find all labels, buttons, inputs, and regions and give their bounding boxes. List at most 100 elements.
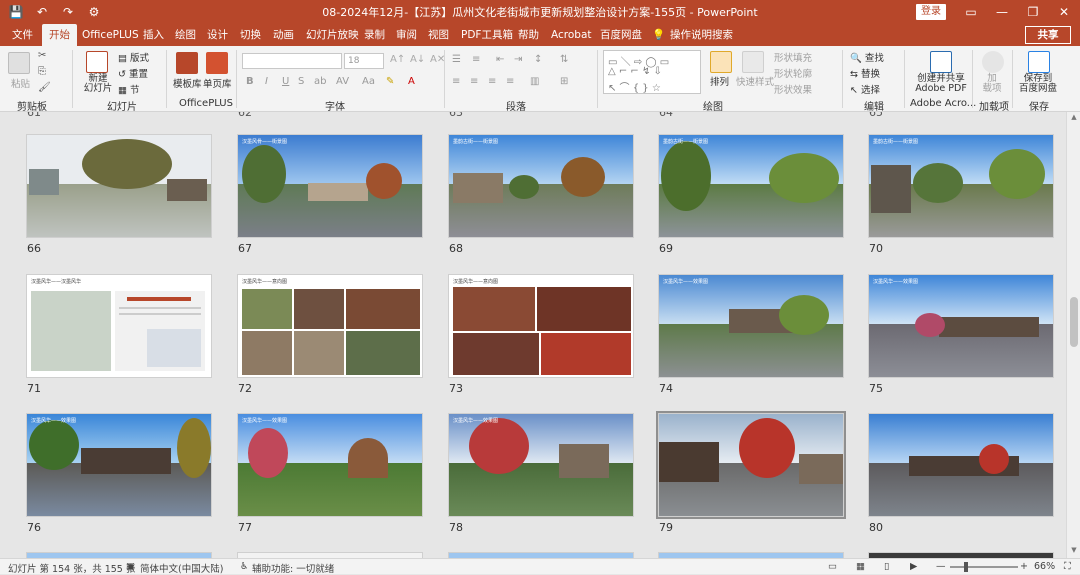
align-right-icon[interactable]: ≡	[488, 76, 496, 87]
shape-fill-button[interactable]: 形状填充	[774, 50, 812, 64]
slide-thumbnail[interactable]: 墨韵古街——街景图	[448, 134, 634, 238]
undo-icon[interactable]: ↶	[34, 5, 50, 19]
shape-effects-button[interactable]: 形状效果	[774, 82, 812, 96]
slide-thumbnail[interactable]: 汉墨风华——效果图	[26, 413, 212, 517]
shape-outline-button[interactable]: 形状轮廓	[774, 66, 812, 80]
paste-button[interactable]: 粘贴	[11, 76, 30, 90]
quick-styles-button[interactable]: 快速样式	[736, 74, 774, 88]
zoom-out-icon[interactable]: —	[936, 561, 946, 572]
highlight-icon[interactable]: ✎	[386, 76, 394, 87]
tab-record[interactable]: 录制	[364, 24, 385, 46]
reset-button[interactable]: ↺ 重置	[118, 66, 148, 80]
template-library-button[interactable]: 模板库	[173, 76, 202, 90]
slide-thumbnail[interactable]: 汉墨风华——效果图	[868, 274, 1054, 378]
zoom-slider-thumb[interactable]	[964, 562, 968, 572]
login-button[interactable]: 登录	[916, 4, 946, 20]
change-case-icon[interactable]: Aa	[362, 76, 375, 87]
tab-view[interactable]: 视图	[428, 24, 449, 46]
tab-review[interactable]: 审阅	[396, 24, 417, 46]
tab-pdf-toolbox[interactable]: PDF工具箱	[461, 24, 513, 46]
arrange-icon[interactable]	[710, 51, 732, 73]
reading-view-icon[interactable]: ▯	[884, 561, 889, 572]
zoom-in-icon[interactable]: +	[1020, 561, 1028, 572]
slide-thumbnail[interactable]: 汉墨风华——效果图	[658, 274, 844, 378]
tab-draw[interactable]: 绘图	[175, 24, 196, 46]
slide-thumbnail[interactable]: 墨韵古街——街景图	[868, 134, 1054, 238]
tab-baidu[interactable]: 百度网盘	[600, 24, 642, 46]
quick-styles-icon[interactable]	[742, 51, 764, 73]
slide-thumbnail[interactable]: 汉墨风华——效果图	[237, 413, 423, 517]
slide-thumbnail[interactable]: 汉墨风华——汉墨风华	[26, 274, 212, 378]
zoom-slider[interactable]	[950, 566, 1018, 568]
accessibility-status[interactable]: 辅助功能: 一切就绪	[252, 561, 334, 575]
font-color-icon[interactable]: A	[408, 76, 415, 87]
indent-icon[interactable]: ⇤	[496, 54, 504, 65]
format-painter-icon[interactable]: 🖌	[38, 82, 51, 93]
tab-design[interactable]: 设计	[207, 24, 228, 46]
ribbon-display-icon[interactable]: ▭	[955, 0, 987, 24]
scroll-thumb[interactable]	[1070, 297, 1078, 347]
align-text-icon[interactable]: ⊞	[560, 76, 568, 87]
shadow-icon[interactable]: S	[298, 76, 304, 87]
new-slide-icon[interactable]	[86, 51, 108, 73]
slide-sorter-view-icon[interactable]: ▦	[856, 561, 865, 572]
tell-me-search[interactable]: 操作说明搜索	[670, 24, 733, 46]
proofing-icon[interactable]: ▣	[126, 561, 135, 572]
template-library-icon[interactable]	[176, 52, 198, 74]
create-pdf-icon[interactable]	[930, 51, 952, 73]
scroll-up-icon[interactable]: ▲	[1067, 113, 1080, 121]
layout-button[interactable]: ▤ 版式	[118, 50, 149, 64]
slide-thumbnail[interactable]	[868, 413, 1054, 517]
slide-thumbnail-selected[interactable]	[656, 411, 846, 519]
tab-transitions[interactable]: 切换	[240, 24, 261, 46]
single-page-button[interactable]: 单页库	[203, 76, 232, 90]
spacing-icon[interactable]: AV	[336, 76, 349, 87]
line-spacing-icon[interactable]: ↕	[534, 54, 542, 65]
select-button[interactable]: ↖ 选择	[850, 82, 880, 96]
underline-icon[interactable]: U	[282, 76, 289, 87]
language-status[interactable]: 简体中文(中国大陆)	[140, 561, 223, 575]
share-button[interactable]: 共享	[1025, 26, 1071, 44]
slide-thumbnail[interactable]: 墨韵古街——街景图	[658, 134, 844, 238]
slideshow-view-icon[interactable]: ▶	[910, 561, 917, 572]
save-baidu-button[interactable]: 保存到 百度网盘	[1018, 74, 1058, 94]
paste-icon[interactable]	[8, 52, 30, 74]
find-button[interactable]: 🔍 查找	[850, 50, 884, 64]
align-left-icon[interactable]: ≡	[452, 76, 460, 87]
slide-thumbnail[interactable]: 汉墨风华——意向图	[237, 274, 423, 378]
copy-icon[interactable]: ⎘	[38, 66, 46, 77]
tab-officeplus[interactable]: OfficePLUS	[82, 24, 139, 46]
justify-icon[interactable]: ≡	[506, 76, 514, 87]
zoom-level[interactable]: 66%	[1034, 561, 1055, 572]
tab-insert[interactable]: 插入	[143, 24, 164, 46]
slide-thumbnail[interactable]: 汉墨风骨——街景图	[237, 134, 423, 238]
text-direction-icon[interactable]: ⇅	[560, 54, 568, 65]
close-icon[interactable]: ✕	[1048, 0, 1080, 24]
tab-file[interactable]: 文件	[12, 24, 33, 46]
cut-icon[interactable]: ✂	[38, 50, 46, 61]
minimize-icon[interactable]: —	[986, 0, 1018, 24]
align-center-icon[interactable]: ≡	[470, 76, 478, 87]
columns-icon[interactable]: ▥	[530, 76, 539, 87]
section-button[interactable]: ▦ 节	[118, 82, 140, 96]
save-icon[interactable]: 💾	[8, 5, 24, 19]
create-pdf-button[interactable]: 创建并共享 Adobe PDF	[914, 74, 968, 94]
font-size-box[interactable]: 18	[344, 53, 384, 69]
scroll-down-icon[interactable]: ▼	[1067, 546, 1080, 554]
replace-button[interactable]: ⇆ 替换	[850, 66, 880, 80]
increase-font-icon[interactable]: A↑	[390, 54, 405, 65]
strikethrough-icon[interactable]: ab	[314, 76, 326, 87]
slide-thumbnail[interactable]: 汉墨风华——效果图	[448, 413, 634, 517]
tab-home[interactable]: 开始	[42, 24, 77, 46]
normal-view-icon[interactable]: ▭	[828, 561, 837, 572]
tab-animations[interactable]: 动画	[273, 24, 294, 46]
slide-thumbnail[interactable]	[26, 134, 212, 238]
decrease-font-icon[interactable]: A↓	[410, 54, 425, 65]
single-page-icon[interactable]	[206, 52, 228, 74]
redo-icon[interactable]: ↷	[60, 5, 76, 19]
new-slide-button[interactable]: 新建 幻灯片	[80, 74, 116, 94]
tab-acrobat[interactable]: Acrobat	[551, 24, 592, 46]
vertical-scrollbar[interactable]: ▲ ▼	[1066, 112, 1080, 558]
tab-help[interactable]: 帮助	[518, 24, 539, 46]
clear-format-icon[interactable]: A✕	[430, 54, 445, 65]
